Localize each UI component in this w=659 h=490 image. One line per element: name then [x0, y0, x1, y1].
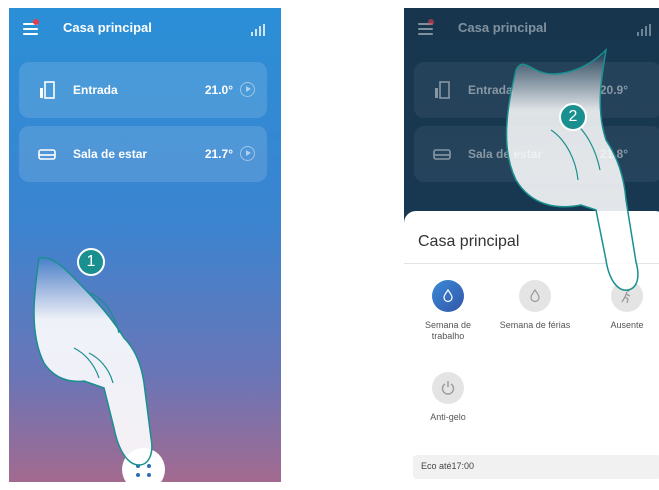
page-title: Casa principal: [63, 20, 152, 35]
step-badge: 1: [77, 248, 105, 276]
room-temperature: 21.0°: [204, 83, 233, 97]
status-footer: Eco até17:00: [413, 455, 659, 479]
notification-dot: [33, 19, 39, 25]
mode-label: Semana de férias: [499, 320, 571, 330]
left-phone-screen: Casa principal Entrada 21.0° Sala de est…: [9, 8, 281, 482]
sofa-icon: [38, 149, 56, 160]
room-name: Sala de estar: [73, 147, 148, 161]
step-badge: 2: [559, 103, 587, 131]
mode-anti-gelo[interactable]: Anti-gelo: [408, 372, 488, 423]
play-icon[interactable]: [240, 82, 255, 97]
status-text: Eco até17:00: [421, 461, 475, 471]
power-icon: [432, 372, 464, 404]
room-card-sala-de-estar[interactable]: Sala de estar 21.7°: [19, 126, 267, 182]
room-name: Entrada: [73, 83, 118, 97]
signal-icon[interactable]: [637, 24, 653, 36]
door-icon: [435, 81, 450, 99]
mode-semana-de-trabalho[interactable]: Semana de trabalho: [408, 280, 488, 342]
door-icon: [40, 81, 55, 99]
room-temperature: 21.7°: [204, 147, 233, 161]
mode-label: Semana de trabalho: [424, 320, 472, 341]
play-icon[interactable]: [240, 146, 255, 161]
right-phone-screen: Casa principal Entrada 20.9° Sala de est…: [404, 8, 659, 482]
pointing-hand-icon: [33, 256, 153, 466]
room-card-entrada[interactable]: Entrada 21.0°: [19, 62, 267, 118]
mode-label: Ausente: [610, 320, 644, 330]
signal-icon[interactable]: [251, 24, 267, 36]
pointing-hand-icon: [505, 47, 639, 291]
flame-drop-icon: [432, 280, 464, 312]
top-bar: Casa principal: [9, 8, 281, 52]
page-title: Casa principal: [458, 20, 547, 35]
notification-dot: [428, 19, 434, 25]
mode-label: Anti-gelo: [430, 412, 466, 422]
sofa-icon: [433, 149, 451, 160]
